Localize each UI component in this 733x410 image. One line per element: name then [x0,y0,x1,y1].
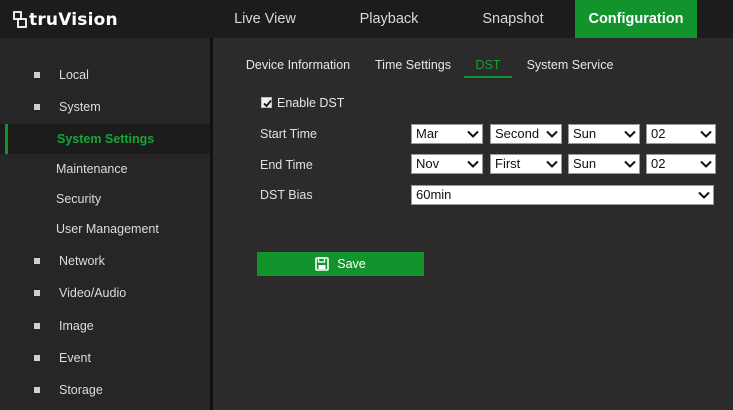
chevron-down-icon [546,160,558,168]
select-value: Second [495,126,540,141]
select-value: Sun [573,126,597,141]
top-navigation-bar: truVision Live View Playback Snapshot Co… [0,0,733,38]
select-value: Nov [416,156,440,171]
chevron-down-icon [624,130,636,138]
start-time-label: Start Time [260,127,317,141]
bullet-icon [34,355,40,361]
bullet-icon [34,323,40,329]
sidebar-item-label: Image [59,319,94,333]
bullet-icon [34,290,40,296]
sidebar-divider [210,38,213,410]
chevron-down-icon [467,130,479,138]
start-hour-select[interactable]: 02 [646,124,716,144]
dst-bias-select[interactable]: 60min [411,185,714,205]
sidebar-item-label: Storage [59,383,103,397]
sidebar-item-label: Security [56,192,102,206]
select-value: First [495,156,521,171]
enable-dst-checkbox[interactable] [261,97,272,108]
chevron-down-icon [546,130,558,138]
tab-dst-label: DST [475,58,501,72]
nav-tab-snapshot[interactable]: Snapshot [461,0,565,38]
save-button[interactable]: Save [257,252,424,276]
sidebar-item-label: Local [59,68,89,82]
chevron-down-icon [700,130,712,138]
dst-bias-label: DST Bias [260,188,313,202]
select-value: 60min [416,187,452,202]
sidebar-item-network[interactable]: Network [0,246,210,276]
select-value: Mar [416,126,439,141]
bullet-icon [34,387,40,393]
end-time-label: End Time [260,158,313,172]
brand-name: truVision [29,10,118,30]
sidebar-item-label: Network [59,254,105,268]
sidebar-item-event[interactable]: Event [0,343,210,373]
nav-tab-playback[interactable]: Playback [337,0,441,38]
sidebar-item-label: User Management [56,222,159,236]
chevron-down-icon [467,160,479,168]
chevron-down-icon [698,191,710,199]
sidebar-item-local[interactable]: Local [0,60,210,90]
bullet-icon [34,258,40,264]
tab-dst[interactable]: DST [464,56,512,78]
enable-dst-label: Enable DST [277,96,345,110]
select-value: 02 [651,156,666,171]
save-button-label: Save [337,257,366,271]
sidebar-item-image[interactable]: Image [0,311,210,341]
select-value: 02 [651,126,666,141]
tab-device-information[interactable]: Device Information [245,56,351,78]
sidebar-item-security[interactable]: Security [0,184,210,214]
end-week-select[interactable]: First [490,154,562,174]
sidebar-item-label: Video/Audio [59,286,127,300]
chevron-down-icon [624,160,636,168]
sidebar-item-label: System Settings [57,132,155,146]
sidebar-item-label: System [59,100,101,114]
chevron-down-icon [700,160,712,168]
active-tab-underline [464,76,512,78]
start-day-select[interactable]: Sun [568,124,640,144]
tab-system-service[interactable]: System Service [526,56,614,78]
end-day-select[interactable]: Sun [568,154,640,174]
floppy-disk-icon [315,257,330,271]
sidebar-item-system-settings[interactable]: System Settings [0,124,210,154]
start-month-select[interactable]: Mar [411,124,483,144]
logo-icon [13,11,27,28]
sidebar-item-video-audio[interactable]: Video/Audio [0,278,210,308]
brand-logo: truVision [13,9,118,31]
select-value: Sun [573,156,597,171]
sidebar-item-user-management[interactable]: User Management [0,214,210,244]
end-hour-select[interactable]: 02 [646,154,716,174]
sidebar-item-system[interactable]: System [0,92,210,122]
end-month-select[interactable]: Nov [411,154,483,174]
nav-tab-configuration[interactable]: Configuration [575,0,697,38]
checkmark-icon [263,99,272,108]
sidebar-item-label: Event [59,351,91,365]
active-indicator [5,124,8,154]
sidebar-item-storage[interactable]: Storage [0,375,210,405]
sidebar-item-maintenance[interactable]: Maintenance [0,154,210,184]
tab-time-settings[interactable]: Time Settings [373,56,453,78]
nav-tab-live-view[interactable]: Live View [213,0,317,38]
sidebar-item-label: Maintenance [56,162,128,176]
start-week-select[interactable]: Second [490,124,562,144]
bullet-icon [34,72,40,78]
bullet-icon [34,104,40,110]
